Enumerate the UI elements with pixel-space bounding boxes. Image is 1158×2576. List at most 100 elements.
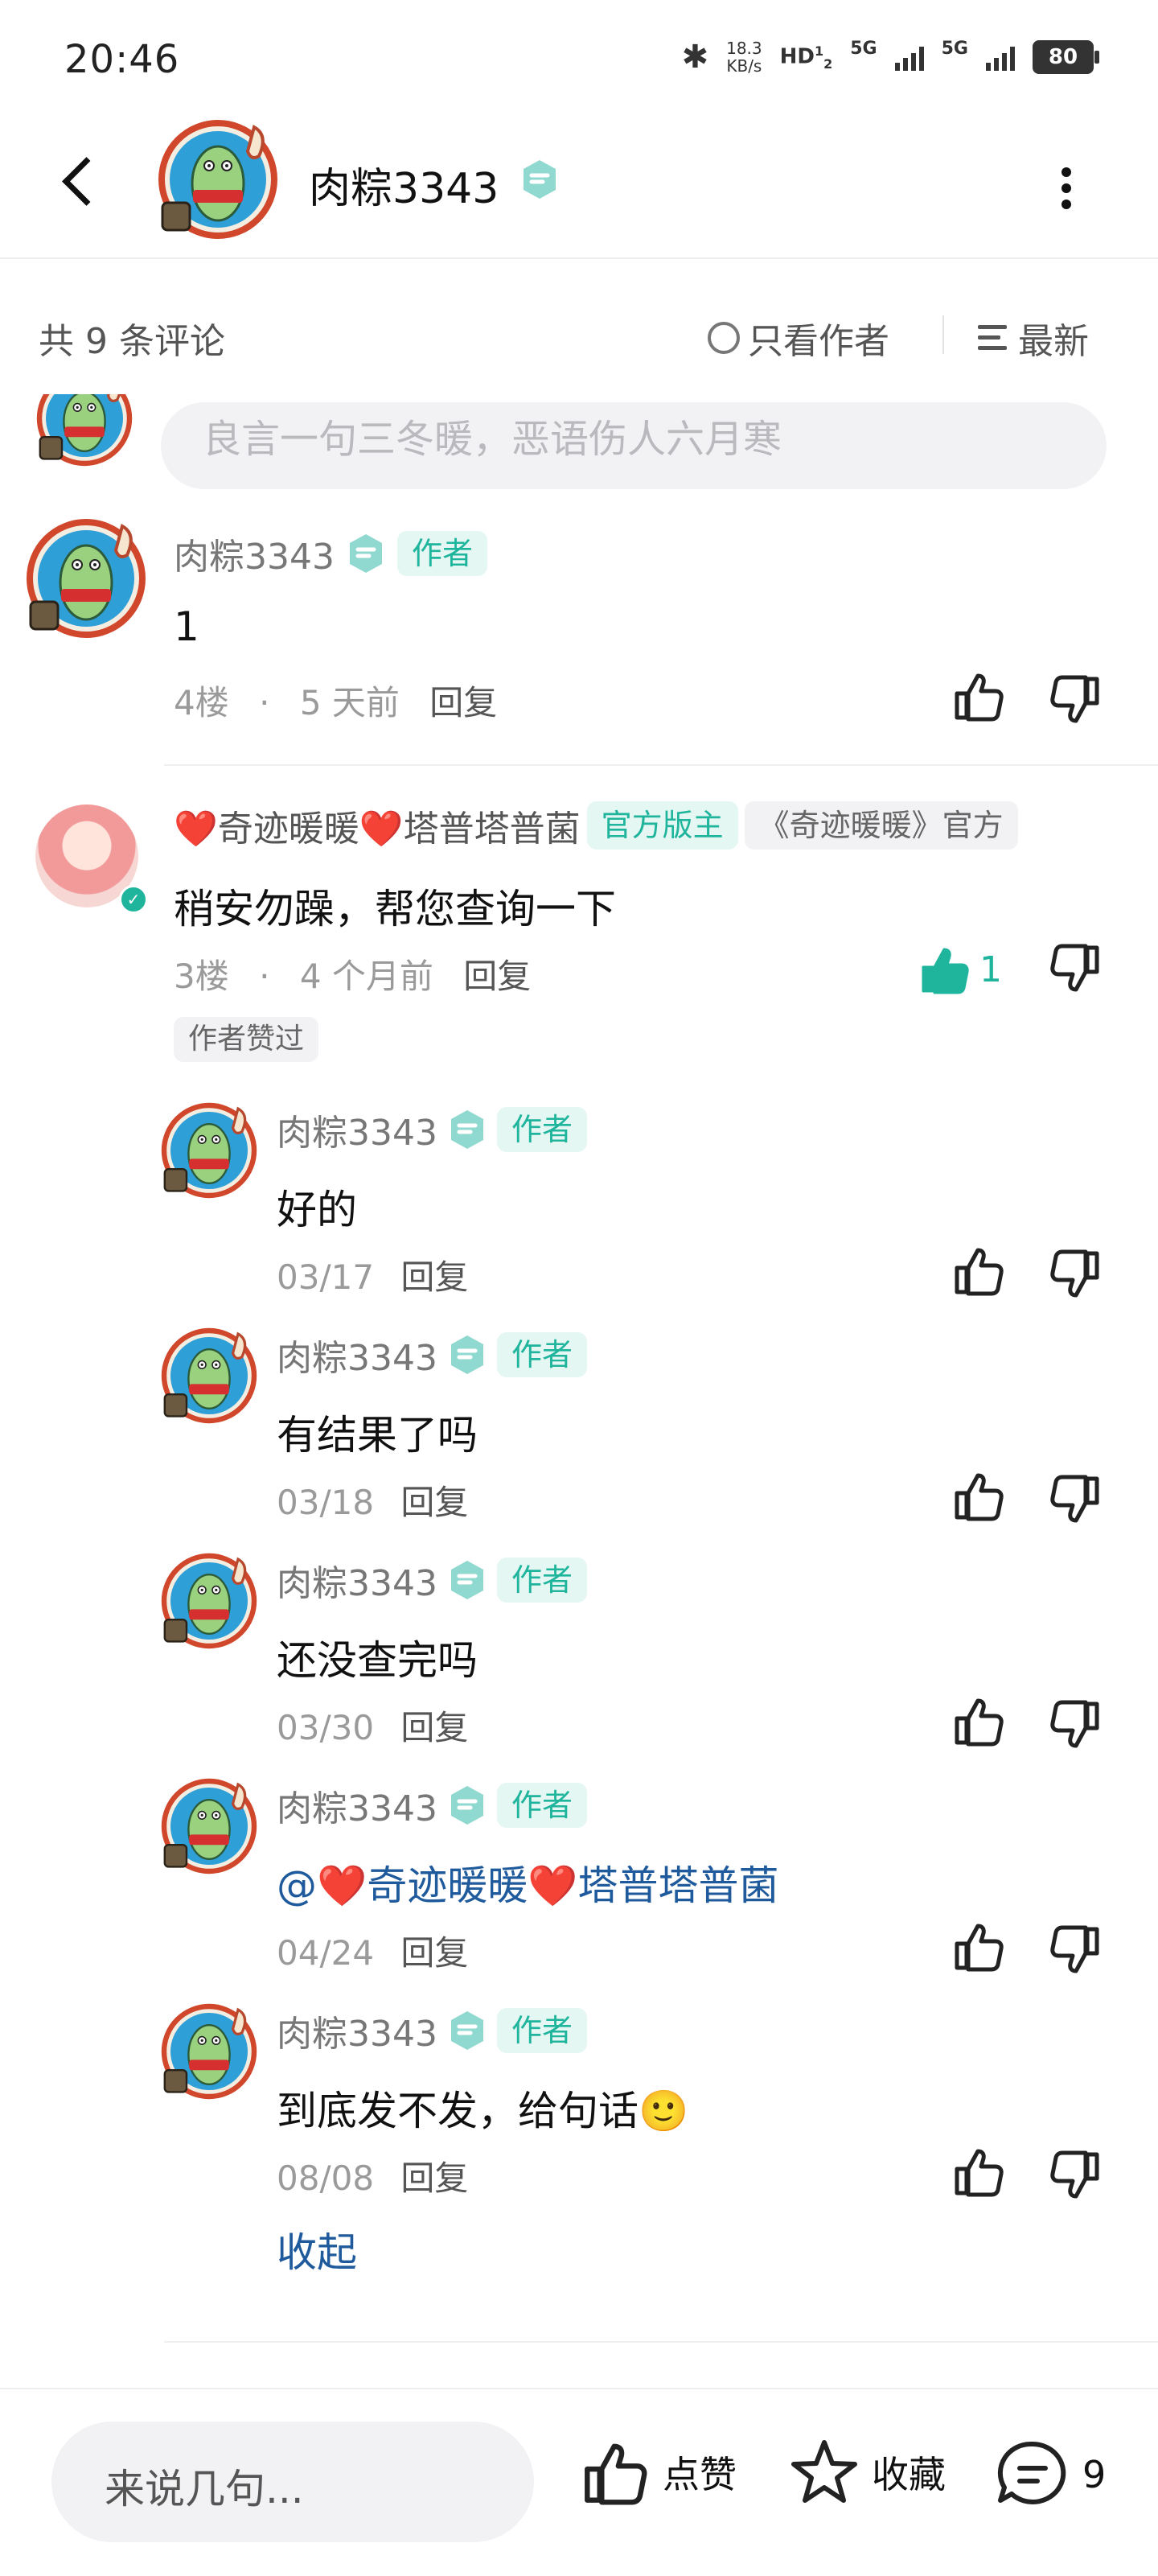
reply-input[interactable]: 良言一句三冬暖，恶语伤人六月寒 [161, 402, 1107, 489]
comment-time: 4 个月前 [299, 957, 433, 996]
reply-item: 肉粽3343 作者 好的 03/17 回复 [0, 1094, 1158, 1319]
reply-button[interactable]: 回复 [400, 1708, 468, 1747]
reply-item: 肉粽3343 作者 @❤️奇迹暖暖❤️塔普塔普菌 04/24 回复 [0, 1770, 1158, 1995]
page-title[interactable]: 肉粽3343 [309, 154, 499, 215]
like-post-button[interactable]: 点赞 [579, 2436, 737, 2508]
dislike-icon[interactable] [1047, 1247, 1103, 1303]
meta-dot: · [259, 683, 270, 722]
reply-button[interactable]: 回复 [400, 1257, 468, 1297]
reply-item: 肉粽3343 作者 有结果了吗 03/18 回复 [0, 1319, 1158, 1545]
reply-header: 肉粽3343 作者 [277, 2005, 587, 2056]
moderator-tag: 官方版主 [586, 801, 738, 850]
commenter-name[interactable]: 肉粽3343 [277, 1780, 437, 1831]
status-bar: 20:46 ✱ 18.3 KB/s HD12 5G 5G 80 [0, 0, 1158, 105]
reply-text: 有结果了吗 [277, 1412, 478, 1459]
like-post-label: 点赞 [663, 2453, 737, 2496]
back-icon[interactable] [56, 145, 113, 217]
reply-button[interactable]: 回复 [400, 2158, 468, 2198]
reply-button[interactable]: 回复 [429, 683, 497, 722]
author-only-toggle[interactable]: 只看作者 [708, 312, 889, 364]
comment-item: 肉粽3343 作者 1 4楼 · 5 天前 回复 [0, 515, 1158, 772]
reply-date: 08/08 [277, 2158, 375, 2198]
dislike-icon[interactable] [1047, 2148, 1103, 2204]
reply-header: 肉粽3343 作者 [277, 1329, 587, 1381]
bottom-action-bar: 来说几句... 点赞 收藏 9 [0, 2388, 1158, 2576]
net-speed-value: 18.3 [726, 39, 762, 58]
divider [164, 764, 1158, 766]
like-icon[interactable] [951, 1693, 1007, 1749]
comment-input[interactable]: 来说几句... [51, 2422, 534, 2542]
reply-meta: 03/30 回复 [277, 1701, 468, 1750]
collapse-button[interactable]: 收起 [277, 2220, 357, 2278]
commenter-avatar[interactable] [26, 518, 146, 639]
author-tag: 作者 [496, 2008, 587, 2053]
floor-number: 3楼 [174, 957, 229, 996]
author-liked-badge: 作者赞过 [174, 1017, 319, 1062]
comment-bubble-icon [997, 2441, 1066, 2504]
verified-badge-icon [446, 2009, 489, 2052]
like-icon[interactable] [951, 1467, 1007, 1524]
comment-header: ❤️奇迹暖暖❤️塔普塔普菌 官方版主 《奇迹暖暖》官方 [174, 800, 1018, 851]
favorite-button[interactable]: 收藏 [788, 2436, 946, 2508]
like-icon[interactable] [951, 1242, 1007, 1298]
commenter-name[interactable]: 肉粽3343 [277, 1554, 437, 1606]
reply-button[interactable]: 回复 [400, 1933, 468, 1973]
reply-header: 肉粽3343 作者 [277, 1104, 587, 1155]
dislike-icon[interactable] [1047, 673, 1103, 729]
reply-item: 肉粽3343 作者 到底发不发，给句话🙂 08/08 回复 [0, 1995, 1158, 2220]
author-tag: 作者 [496, 1558, 587, 1603]
sort-button[interactable]: 最新 [978, 312, 1089, 364]
reply-thread: 肉粽3343 作者 好的 03/17 回复 肉粽3343 作者 有结果了吗 03… [0, 1094, 1158, 2285]
meta-dot: · [259, 957, 270, 996]
reply-text: 还没查完吗 [277, 1637, 478, 1684]
verified-badge-icon [446, 1558, 489, 1602]
commenter-avatar[interactable] [161, 1778, 257, 1874]
dislike-icon[interactable] [1047, 1472, 1103, 1529]
sort-icon [978, 323, 1010, 352]
hd-label: HD [779, 44, 815, 69]
reply-button[interactable]: 回复 [400, 1483, 468, 1522]
verified-badge-icon [446, 1784, 489, 1827]
commenter-name[interactable]: 肉粽3343 [174, 528, 335, 579]
verified-badge-icon [518, 158, 561, 201]
reply-meta: 03/17 回复 [277, 1250, 468, 1299]
network-label-2: 5G [941, 39, 968, 59]
like-count: 1 [979, 949, 1002, 990]
dislike-icon[interactable] [1047, 941, 1103, 998]
author-tag: 作者 [496, 1107, 587, 1152]
reply-text: 到底发不发，给句话🙂 [277, 2088, 689, 2134]
commenter-avatar[interactable] [161, 2003, 257, 2100]
reply-button[interactable]: 回复 [463, 957, 531, 996]
comments-button[interactable]: 9 [994, 2436, 1106, 2513]
battery-icon: 80 [1033, 40, 1099, 74]
reply-text: 好的 [277, 1187, 357, 1233]
battery-level: 80 [1048, 45, 1078, 69]
radio-icon [708, 322, 740, 354]
status-icons: ✱ 18.3 KB/s HD12 5G 5G 80 [682, 39, 1099, 76]
comment-meta: 3楼 · 4 个月前 回复 [174, 949, 531, 998]
more-icon[interactable] [1057, 161, 1076, 209]
commenter-name[interactable]: ❤️奇迹暖暖❤️塔普塔普菌 [174, 800, 581, 851]
author-avatar[interactable] [158, 119, 278, 240]
like-button[interactable]: 1 [917, 941, 1002, 998]
commenter-avatar[interactable] [161, 1102, 257, 1199]
like-icon[interactable] [951, 668, 1007, 724]
commenter-avatar[interactable] [161, 1553, 257, 1649]
like-icon[interactable] [951, 2143, 1007, 2199]
commenter-name[interactable]: 肉粽3343 [277, 1329, 437, 1381]
commenter-avatar[interactable] [161, 1327, 257, 1424]
dislike-icon[interactable] [1047, 1923, 1103, 1979]
author-tag: 作者 [396, 531, 487, 576]
sort-label: 最新 [1018, 321, 1089, 362]
floor-number: 4楼 [174, 683, 229, 722]
dislike-icon[interactable] [1047, 1697, 1103, 1754]
like-icon[interactable] [951, 1918, 1007, 1974]
mention-link[interactable]: @❤️奇迹暖暖❤️塔普塔普菌 [277, 1854, 779, 1911]
commenter-name[interactable]: 肉粽3343 [277, 1104, 437, 1155]
commenter-name[interactable]: 肉粽3343 [277, 2005, 437, 2056]
reply-header: 肉粽3343 作者 [277, 1554, 587, 1606]
author-tag: 作者 [496, 1783, 587, 1828]
verified-badge-icon [446, 1108, 489, 1151]
comment-meta: 4楼 · 5 天前 回复 [174, 676, 497, 725]
comment-time: 5 天前 [299, 683, 400, 722]
